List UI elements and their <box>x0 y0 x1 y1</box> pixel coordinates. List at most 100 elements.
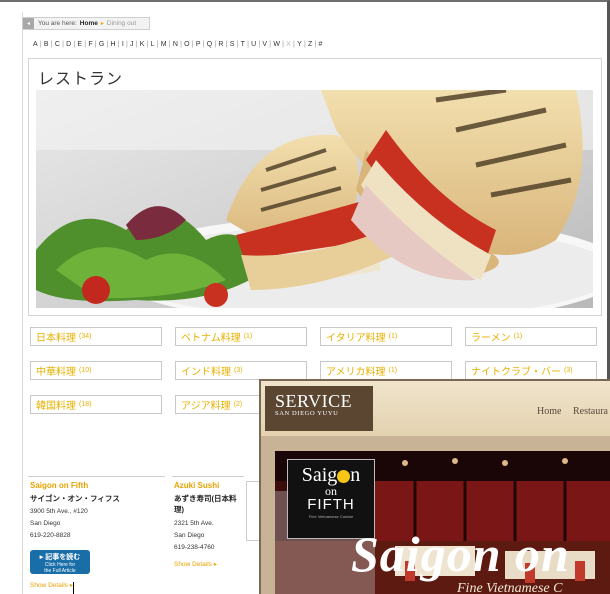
alpha-link-o[interactable]: O <box>184 41 190 48</box>
category-count: (2) <box>233 401 243 408</box>
alpha-separator: | <box>117 41 120 48</box>
alpha-separator: | <box>247 41 250 48</box>
alpha-separator: | <box>135 41 138 48</box>
alpha-link-a[interactable]: A <box>33 41 38 48</box>
category-name: 日本料理 <box>36 333 76 344</box>
saigon-script-title: Saigon on <box>351 526 570 582</box>
sign-saigon-part1: Saig <box>301 464 338 486</box>
alpha-separator: | <box>180 41 183 48</box>
restaurant-city: San Diego <box>174 532 205 539</box>
alpha-link-q[interactable]: Q <box>207 41 213 48</box>
alpha-separator: | <box>314 41 317 48</box>
read-article-sub2: the Full Article <box>44 568 76 574</box>
alpha-separator: | <box>156 41 159 48</box>
alpha-link-r[interactable]: R <box>218 41 223 48</box>
alpha-link-j[interactable]: J <box>130 41 134 48</box>
category-link[interactable]: ベトナム料理 (1) <box>175 327 307 346</box>
restaurant-kana: あずき寿司(日本料 <box>174 494 237 503</box>
alpha-separator: | <box>303 41 306 48</box>
alpha-link-w[interactable]: W <box>273 41 280 48</box>
category-count: (1) <box>243 333 253 340</box>
category-count: (34) <box>79 333 92 340</box>
alpha-link-y[interactable]: Y <box>297 41 302 48</box>
nav-home-link[interactable]: Home <box>537 406 561 417</box>
alpha-separator: | <box>168 41 171 48</box>
breadcrumb: ◂ You are here: Home ▸ Dining out <box>22 17 150 30</box>
category-name: 中華料理 <box>36 367 76 378</box>
category-link[interactable]: 日本料理 (34) <box>30 327 162 346</box>
divider <box>28 476 165 477</box>
category-count: (18) <box>79 401 92 408</box>
alpha-link-s[interactable]: S <box>230 41 235 48</box>
fine-cuisine-text: Fine Vietnamese C <box>457 581 563 594</box>
alpha-separator: | <box>94 41 97 48</box>
alpha-link-k[interactable]: K <box>140 41 145 48</box>
category-name: ラーメン <box>471 333 511 344</box>
category-count: (1) <box>388 333 398 340</box>
alpha-separator: | <box>282 41 285 48</box>
alpha-link-n[interactable]: N <box>173 41 178 48</box>
restaurant-kana: サイゴン・オン・フィフス <box>30 494 120 503</box>
category-link[interactable]: イタリア料理 (1) <box>320 327 452 346</box>
alpha-separator: | <box>62 41 65 48</box>
back-arrow-icon[interactable]: ◂ <box>23 18 34 29</box>
alpha-link-v[interactable]: V <box>262 41 267 48</box>
category-name: ベトナム料理 <box>181 333 241 344</box>
restaurant-name-link[interactable]: Saigon on Fifth <box>30 481 88 490</box>
sign-tagline: Fine Vietnamese Cuisine <box>308 514 354 519</box>
alpha-link-u[interactable]: U <box>251 41 256 48</box>
alpha-separator: | <box>225 41 228 48</box>
alpha-link-i[interactable]: I <box>122 41 124 48</box>
alpha-link-g[interactable]: G <box>99 41 105 48</box>
alpha-link-z[interactable]: Z <box>308 41 312 48</box>
preview-window[interactable]: SERVICE SAN DIEGO YUYU Home Restaura Sai… <box>259 379 610 594</box>
read-article-label: ▸ 記事を読む <box>39 554 81 561</box>
alpha-link-l[interactable]: L <box>151 41 155 48</box>
restaurant-name-link[interactable]: Azuki Sushi <box>174 481 219 490</box>
category-link[interactable]: ラーメン (1) <box>465 327 597 346</box>
alpha-link-p[interactable]: P <box>196 41 201 48</box>
show-details-link[interactable]: Show Details ▸ <box>30 581 73 589</box>
hero-sandwich-image <box>36 90 593 308</box>
alpha-separator: | <box>125 41 128 48</box>
alpha-link-b[interactable]: B <box>44 41 49 48</box>
alpha-link-x: X <box>286 41 292 48</box>
alpha-link-d[interactable]: D <box>66 41 71 48</box>
category-link[interactable]: インド料理 (3) <box>175 361 307 380</box>
alpha-link-e[interactable]: E <box>77 41 82 48</box>
alpha-separator: | <box>73 41 76 48</box>
category-name: イタリア料理 <box>326 333 386 344</box>
alpha-link-hash[interactable]: # <box>319 41 323 48</box>
breadcrumb-home-link[interactable]: Home <box>80 20 98 27</box>
logo-text: SERVICE <box>275 391 353 411</box>
category-name: アジア料理 <box>181 401 231 412</box>
alpha-separator: | <box>106 41 109 48</box>
category-link[interactable]: 中華料理 (10) <box>30 361 162 380</box>
category-link[interactable]: 韓国料理 (18) <box>30 395 162 414</box>
sign-fifth-text: FIFTH <box>307 496 355 513</box>
alpha-separator: | <box>293 41 296 48</box>
sign-saigon-text: Saig n <box>288 464 374 486</box>
logo-subtext: SAN DIEGO YUYU <box>275 410 339 417</box>
alpha-link-t[interactable]: T <box>241 41 245 48</box>
restaurant-address: 3900 5th Ave., #120 <box>30 508 88 515</box>
show-details-link[interactable]: Show Details ▸ <box>174 560 217 568</box>
alpha-link-h[interactable]: H <box>111 41 116 48</box>
nav-restaurant-link[interactable]: Restaura <box>573 406 608 417</box>
read-article-button[interactable]: ▸ 記事を読む Click Here for the Full Article <box>30 550 90 574</box>
alpha-link-c[interactable]: C <box>55 41 60 48</box>
alpha-separator: | <box>84 41 87 48</box>
alpha-link-m[interactable]: M <box>161 41 167 48</box>
category-name: アメリカ料理 <box>326 367 386 378</box>
category-link[interactable]: アメリカ料理 (1) <box>320 361 452 380</box>
category-link[interactable]: ナイトクラブ・バー (3) <box>465 361 597 380</box>
alpha-separator: | <box>258 41 261 48</box>
alpha-separator: | <box>269 41 272 48</box>
category-count: (3) <box>234 367 243 374</box>
category-name: ナイトクラブ・バー <box>471 367 561 378</box>
alpha-link-f[interactable]: F <box>88 41 92 48</box>
alpha-separator: | <box>236 41 239 48</box>
breadcrumb-prefix: You are here: <box>38 20 77 27</box>
restaurant-phone: 619-220-8828 <box>30 532 71 539</box>
site-logo[interactable]: SERVICE SAN DIEGO YUYU <box>265 386 373 431</box>
